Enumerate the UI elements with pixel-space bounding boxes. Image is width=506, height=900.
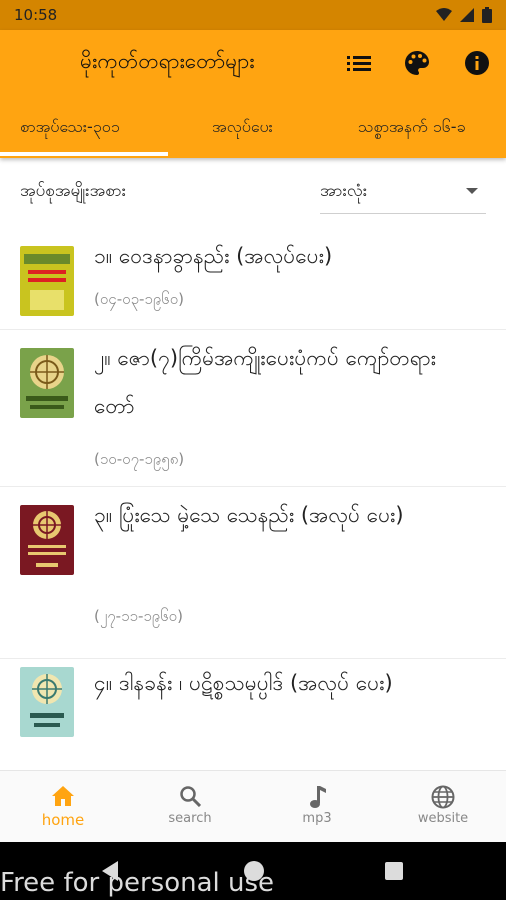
nav-mp3[interactable]: mp3: [254, 771, 380, 843]
dropdown-caret-icon: [466, 188, 478, 194]
tab-1[interactable]: အလုပ်ပေး: [212, 116, 273, 140]
tab-2[interactable]: သစ္စာအနက် ၁၆-ခ: [358, 116, 466, 140]
dropdown-value: အားလုံး: [320, 181, 368, 201]
book-title: ၃။ ပြုံးသေ မှဲ့သေ သေနည်း (အလုပ် ပေး): [94, 503, 404, 527]
book-cover: [20, 505, 74, 575]
app-title: မိုးကုတ်တရားတော်များ: [80, 49, 255, 73]
list-item[interactable]: ၃။ ပြုံးသေ မှဲ့သေ သေနည်း (အလုပ် ပေး) (၂၇…: [0, 487, 506, 659]
book-title: ၁။ ဝေဒနာခွာနည်း (အလုပ်ပေး): [94, 244, 333, 268]
book-cover: [20, 348, 74, 418]
palette-icon: [405, 51, 429, 75]
nav-mp3-label: mp3: [302, 811, 332, 826]
app-bar: မိုးကုတ်တရားတော်များ စာအုပ်သေး-၃၀၁ အလုပ်…: [0, 30, 506, 158]
watermark: Free for personal use: [0, 868, 275, 898]
filter-label: အုပ်စုအမျိုးအစား: [20, 181, 127, 201]
recents-icon[interactable]: [384, 861, 404, 881]
nav-home-label: home: [41, 811, 85, 829]
tab-bar: စာအုပ်သေး-၃၀၁ အလုပ်ပေး သစ္စာအနက် ၁၆-ခ: [0, 106, 506, 152]
tab-indicator: [0, 152, 168, 156]
list-item[interactable]: ၁။ ဝေဒနာခွာနည်း (အလုပ်ပေး) (၀၄-၀၃-၁၉၆၀): [0, 230, 506, 330]
list-item[interactable]: ၄။ ဒါနခန်း ၊ ပဋိစ္စသမုပ္ပါဒ် (အလုပ် ပေး): [0, 659, 506, 770]
battery-icon: [482, 7, 492, 23]
music-note-icon: [310, 786, 326, 808]
list-view-button[interactable]: [344, 48, 374, 78]
tab-0[interactable]: စာအုပ်သေး-၃၀၁: [20, 116, 120, 140]
search-icon: [180, 786, 201, 807]
book-date: (၀၄-၀၃-၁၉၆၀): [94, 290, 185, 308]
book-date: (၁၀-၀၇-၁၉၅၈): [94, 450, 185, 468]
book-title: ၂။ ဇော(၇)ကြိမ်အကျိုးပေးပုံကပ် ကျော်တရားတ…: [94, 346, 436, 418]
category-dropdown[interactable]: အားလုံး: [320, 170, 486, 214]
nav-website[interactable]: website: [380, 771, 506, 843]
book-list: ၁။ ဝေဒနာခွာနည်း (အလုပ်ပေး) (၀၄-၀၃-၁၉၆၀) …: [0, 230, 506, 770]
list-icon: [347, 56, 371, 71]
book-cover: [20, 667, 74, 737]
title-row: မိုးကုတ်တရားတော်များ: [0, 30, 506, 98]
book-cover: [20, 246, 74, 316]
nav-home[interactable]: home: [0, 771, 126, 843]
nav-search[interactable]: search: [127, 771, 253, 843]
status-bar: 10:58: [0, 0, 506, 30]
globe-icon: [431, 785, 455, 809]
info-icon: [465, 51, 489, 75]
status-icons: [436, 7, 492, 23]
bottom-nav: home search mp3 website: [0, 770, 506, 842]
nav-search-label: search: [168, 811, 212, 826]
nav-website-label: website: [417, 811, 469, 826]
theme-button[interactable]: [402, 48, 432, 78]
book-date: (၂၇-၁၁-၁၉၆၀): [94, 607, 183, 625]
signal-icon: [460, 8, 474, 22]
wifi-icon: [436, 8, 452, 21]
status-time: 10:58: [14, 6, 58, 24]
info-button[interactable]: [462, 48, 492, 78]
filter-row: အုပ်စုအမျိုးအစား အားလုံး: [0, 170, 506, 216]
home-icon: [52, 786, 74, 806]
book-title: ၄။ ဒါနခန်း ၊ ပဋိစ္စသမုပ္ပါဒ် (အလုပ် ပေး): [94, 671, 393, 695]
list-item[interactable]: ၂။ ဇော(၇)ကြိမ်အကျိုးပေးပုံကပ် ကျော်တရားတ…: [0, 330, 506, 487]
